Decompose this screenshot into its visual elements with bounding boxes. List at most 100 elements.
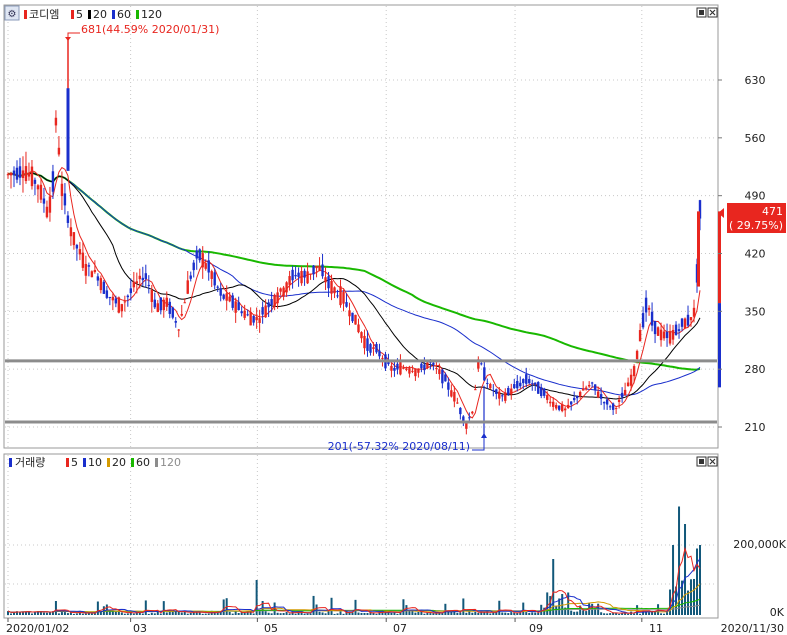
candle-body	[471, 411, 474, 414]
volume-bar	[9, 613, 12, 615]
candle-body	[543, 388, 546, 396]
volume-bar	[288, 613, 291, 615]
candle-body	[339, 286, 342, 306]
volume-bar	[309, 613, 312, 615]
volume-bar	[279, 613, 282, 615]
candle-body	[174, 321, 177, 323]
candle-body	[629, 374, 633, 386]
candle-body	[420, 363, 423, 369]
candle-body	[18, 166, 22, 178]
candle-body	[602, 402, 606, 404]
candle-body	[273, 294, 276, 307]
candle-body	[93, 269, 97, 273]
volume-bar	[693, 578, 696, 615]
candle-body	[435, 368, 438, 370]
volume-bar	[168, 611, 171, 615]
legend-ma60: 60	[117, 8, 131, 21]
volume-bar	[324, 613, 327, 615]
candle-body	[264, 305, 267, 318]
candle-body	[87, 265, 91, 267]
current-change: ( 29.75%)	[729, 219, 783, 232]
candle-body	[417, 368, 420, 373]
volume-bar	[627, 613, 630, 615]
volume-bar	[432, 613, 435, 615]
candle-body	[114, 298, 118, 304]
volume-bar	[231, 613, 234, 615]
candle-body	[330, 280, 333, 294]
volume-bar	[525, 612, 528, 615]
volume-bar	[189, 612, 192, 615]
candle-body	[6, 174, 10, 176]
volume-bar	[222, 599, 225, 615]
candle-body	[261, 307, 264, 315]
legend-vol-ma5: 5	[71, 456, 78, 469]
volume-bar	[498, 600, 501, 615]
candle-body	[402, 367, 405, 369]
candle-body	[441, 369, 444, 384]
candle-body	[297, 272, 300, 277]
candle-body	[674, 324, 678, 335]
candle-body	[342, 292, 345, 304]
candle-body	[599, 394, 603, 399]
stock-chart-window: 630 560 490 420 350 280 210 200,000K 0K ⚙ 코디엠 5 …	[0, 0, 787, 635]
volume-bar	[690, 579, 693, 615]
volume-bar	[531, 612, 534, 615]
legend-swatch-stock	[24, 10, 27, 19]
volume-bar	[576, 611, 579, 615]
candle-body	[501, 395, 504, 397]
volume-bar	[474, 612, 477, 615]
price-axis-marker	[718, 211, 721, 304]
volume-bar	[96, 601, 99, 615]
volume-bar	[492, 612, 495, 615]
candle-body	[689, 317, 693, 321]
x-label-may: 05	[264, 622, 278, 635]
candle-body	[36, 185, 40, 190]
volume-bar	[117, 611, 120, 615]
x-label-mar: 03	[133, 622, 147, 635]
candle-body	[531, 383, 534, 385]
candle-body	[243, 310, 246, 318]
volume-bar	[141, 613, 144, 615]
candle-body	[282, 287, 285, 297]
candle-body	[405, 368, 408, 370]
volume-bar	[336, 613, 339, 615]
candle-body	[108, 296, 112, 298]
volume-bar	[366, 613, 369, 615]
candle-body	[153, 299, 156, 308]
y-tick-label: 210	[745, 421, 766, 434]
candle-body	[324, 277, 327, 283]
volume-bar	[528, 613, 531, 615]
price-panel-frame	[3, 4, 719, 449]
volume-bar	[678, 506, 681, 615]
candle-body	[474, 389, 477, 391]
candle-body	[495, 389, 498, 395]
y-tick-label: 490	[745, 190, 766, 203]
volume-bar	[534, 612, 537, 615]
candle-body	[513, 384, 516, 389]
volume-bar	[507, 613, 510, 615]
volume-bar	[411, 611, 414, 615]
candle-body	[195, 250, 198, 259]
y-axis-ticks: 630 560 490 420 350 280 210 200,000K 0K	[718, 74, 787, 619]
candle-body	[677, 329, 681, 332]
volume-bar	[609, 613, 612, 615]
candle-body	[180, 313, 183, 316]
y-tick-label: 280	[745, 363, 766, 376]
candle-body	[219, 288, 222, 296]
volume-bar	[639, 613, 642, 615]
volume-bar	[144, 600, 147, 615]
candle-body	[408, 368, 411, 374]
candle-body	[285, 282, 288, 293]
candle-body	[641, 313, 645, 328]
candle-body	[572, 397, 576, 401]
candle-body	[453, 391, 456, 402]
y-tick-label: 420	[745, 248, 766, 261]
candle-body	[372, 347, 375, 350]
candle-body	[510, 388, 513, 395]
candle-body	[683, 318, 687, 329]
chart-canvas: 630560490420350280210200,000K0K ⚙ 코디엠 5 …	[3, 4, 787, 635]
volume-bar	[600, 612, 603, 615]
candle-body	[27, 172, 31, 177]
candle-body	[671, 329, 675, 340]
volume-bar	[465, 612, 468, 615]
